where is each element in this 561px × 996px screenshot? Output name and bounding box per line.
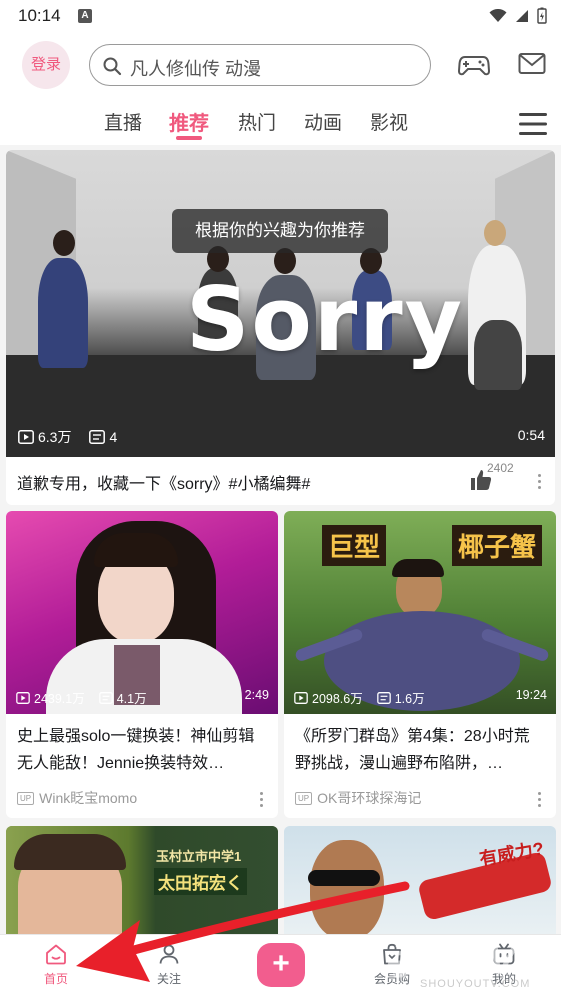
watermark-url: SHOUYOUTV.COM: [420, 978, 531, 990]
featured-duration: 0:54: [517, 427, 545, 443]
play-count-icon: [18, 430, 34, 444]
search-bar[interactable]: 凡人修仙传 动漫: [89, 44, 431, 86]
video-card-2-banner-left: 巨型: [322, 525, 387, 566]
tab-recommend[interactable]: 推荐: [169, 107, 209, 136]
danmaku-icon: [89, 430, 106, 444]
tab-live[interactable]: 直播: [104, 108, 142, 135]
featured-title[interactable]: 道歉专用，收藏一下《sorry》#小橘编舞#: [17, 470, 310, 494]
recommendation-tip: 根据你的兴趣为你推荐: [172, 209, 388, 253]
search-icon: [103, 57, 122, 76]
up-badge-icon: UP: [17, 791, 35, 805]
video-card-1-thumbnail[interactable]: [6, 511, 278, 714]
top-header: 登录 凡人修仙传 动漫 直播 推荐 热门 动画 影视: [0, 32, 561, 145]
video-card-2-views: 2098.6万: [312, 692, 363, 706]
video-card-2-thumbnail[interactable]: 巨型 椰子蟹: [284, 511, 556, 714]
home-icon: [46, 944, 66, 965]
video-card-2-author-row[interactable]: UP OK哥环球探海记: [295, 788, 421, 808]
featured-stats: 6.3万 4: [18, 427, 117, 447]
tab-movies[interactable]: 影视: [370, 108, 408, 135]
active-tab-indicator: [176, 136, 202, 140]
status-notification-icon: A: [78, 9, 92, 23]
video-card-2-more-icon[interactable]: [538, 792, 542, 808]
video-card-2-banner-right: 椰子蟹: [452, 525, 543, 566]
video-card-2[interactable]: 巨型 椰子蟹 2098.6万 1.6万 19:24 《所罗门群岛》第4集：28小…: [284, 511, 556, 818]
danmaku-icon: [98, 691, 113, 704]
nav-following[interactable]: 关注: [139, 943, 199, 987]
login-button[interactable]: 登录: [22, 41, 70, 89]
up-badge-icon: UP: [295, 791, 313, 805]
featured-comments: 4: [109, 429, 118, 445]
video-card-2-title[interactable]: 《所罗门群岛》第4集：28小时荒野挑战，漫山遍野布陷阱，…: [295, 723, 545, 777]
status-time: 10:14: [18, 6, 61, 25]
search-placeholder: 凡人修仙传 动漫: [130, 59, 262, 79]
category-tabs: 直播 推荐 热门 动画 影视: [0, 104, 561, 142]
menu-icon[interactable]: [519, 112, 547, 136]
video-card-1-author: Wink眨宝momo: [39, 790, 138, 806]
video-card-2-duration: 19:24: [515, 688, 547, 702]
publish-plus-button[interactable]: +: [257, 943, 305, 987]
wifi-icon: [489, 8, 507, 22]
danmaku-icon: [376, 691, 391, 704]
video-card-3-thumbnail[interactable]: 玉村立市中学1 太田拓宏く: [6, 826, 278, 946]
featured-more-icon[interactable]: [538, 474, 542, 490]
video-card-1-more-icon[interactable]: [260, 792, 264, 808]
video-card-1-comments: 4.1万: [116, 692, 147, 706]
video-card-1-author-row[interactable]: UP Wink眨宝momo: [17, 788, 137, 808]
video-card-2-comments: 1.6万: [394, 692, 425, 706]
featured-like-count: 2402: [487, 461, 514, 475]
video-overlay-text: Sorry: [186, 268, 464, 371]
play-count-icon: [16, 691, 30, 704]
video-card-3-caption-2: 太田拓宏く: [154, 868, 247, 895]
tab-anime[interactable]: 动画: [304, 108, 342, 135]
featured-thumbnail[interactable]: Sorry 根据你的兴趣为你推荐 6.3万 4 0:54: [6, 150, 555, 457]
nav-home[interactable]: 首页: [26, 943, 86, 987]
mail-icon[interactable]: [518, 52, 546, 76]
video-card-2-stats: 2098.6万 1.6万: [294, 688, 425, 707]
tab-hot[interactable]: 热门: [238, 108, 276, 135]
video-card-1[interactable]: 2439.1万 4.1万 2:49 史上最强solo一键换装！神仙剪辑无人能敌！…: [6, 511, 278, 818]
following-icon: [159, 944, 179, 964]
signal-icon: [516, 9, 528, 22]
video-card-3-caption-1: 玉村立市中学1: [156, 849, 242, 864]
play-count-icon: [294, 691, 308, 704]
video-card-1-title[interactable]: 史上最强solo一键换装！神仙剪辑无人能敌！Jennie换装特效…: [17, 723, 267, 777]
featured-video-card[interactable]: Sorry 根据你的兴趣为你推荐 6.3万 4 0:54 道歉专用，收藏一下《s…: [6, 150, 555, 505]
video-card-1-stats: 2439.1万 4.1万: [16, 688, 147, 707]
game-controller-icon[interactable]: [458, 52, 490, 78]
featured-views: 6.3万: [38, 429, 72, 445]
nav-home-label: 首页: [43, 972, 68, 986]
video-card-1-duration: 2:49: [244, 688, 269, 702]
status-icons: [489, 7, 547, 24]
video-card-2-author: OK哥环球探海记: [317, 790, 422, 806]
nav-following-label: 关注: [156, 972, 181, 986]
status-bar: 10:14 A: [0, 0, 561, 32]
battery-icon: [537, 7, 547, 24]
video-card-1-views: 2439.1万: [34, 692, 85, 706]
